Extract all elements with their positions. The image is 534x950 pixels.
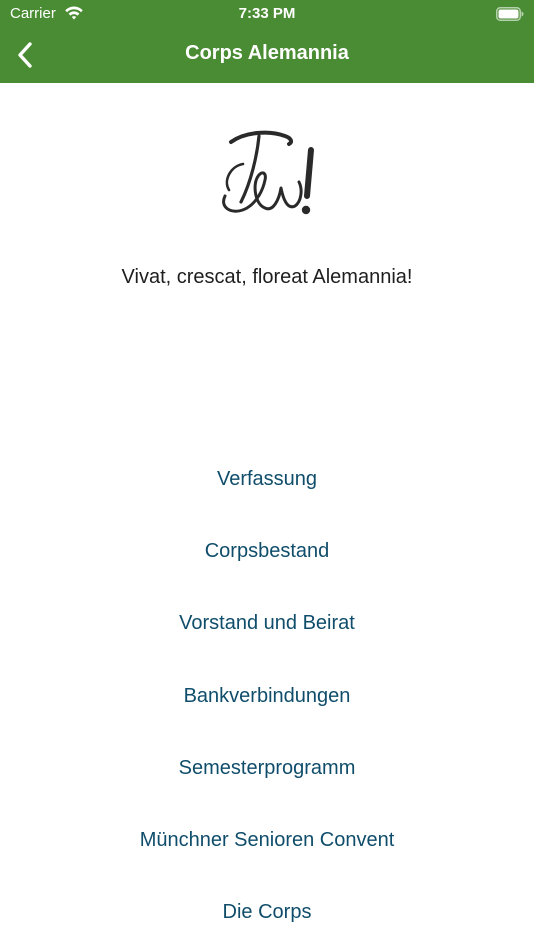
page-title: Corps Alemannia — [185, 42, 349, 64]
status-time: 7:33 PM — [238, 5, 296, 22]
alemannia-zirkel-logo — [222, 130, 314, 215]
screen: Carrier 7:33 PM Corps Alemannia Vivat, c… — [0, 0, 534, 950]
menu-link-corpsbestand[interactable]: Corpsbestand — [0, 540, 534, 563]
top-bar: Carrier 7:33 PM Corps Alemannia — [0, 0, 534, 83]
motto-text: Vivat, crescat, floreat Alemannia! — [121, 266, 413, 288]
menu-link-muenchner-senioren-convent[interactable]: Münchner Senioren Convent — [0, 829, 534, 852]
menu-link-vorstand-und-beirat[interactable]: Vorstand und Beirat — [0, 612, 534, 635]
menu-link-semesterprogramm[interactable]: Semesterprogramm — [0, 757, 534, 780]
menu-link-verfassung[interactable]: Verfassung — [0, 468, 534, 491]
navigation-bar: Corps Alemannia — [0, 28, 534, 83]
status-bar: Carrier 7:33 PM — [0, 0, 534, 28]
menu-link-die-corps[interactable]: Die Corps — [0, 901, 534, 924]
battery-icon — [496, 7, 524, 21]
menu-link-bankverbindungen[interactable]: Bankverbindungen — [0, 685, 534, 708]
